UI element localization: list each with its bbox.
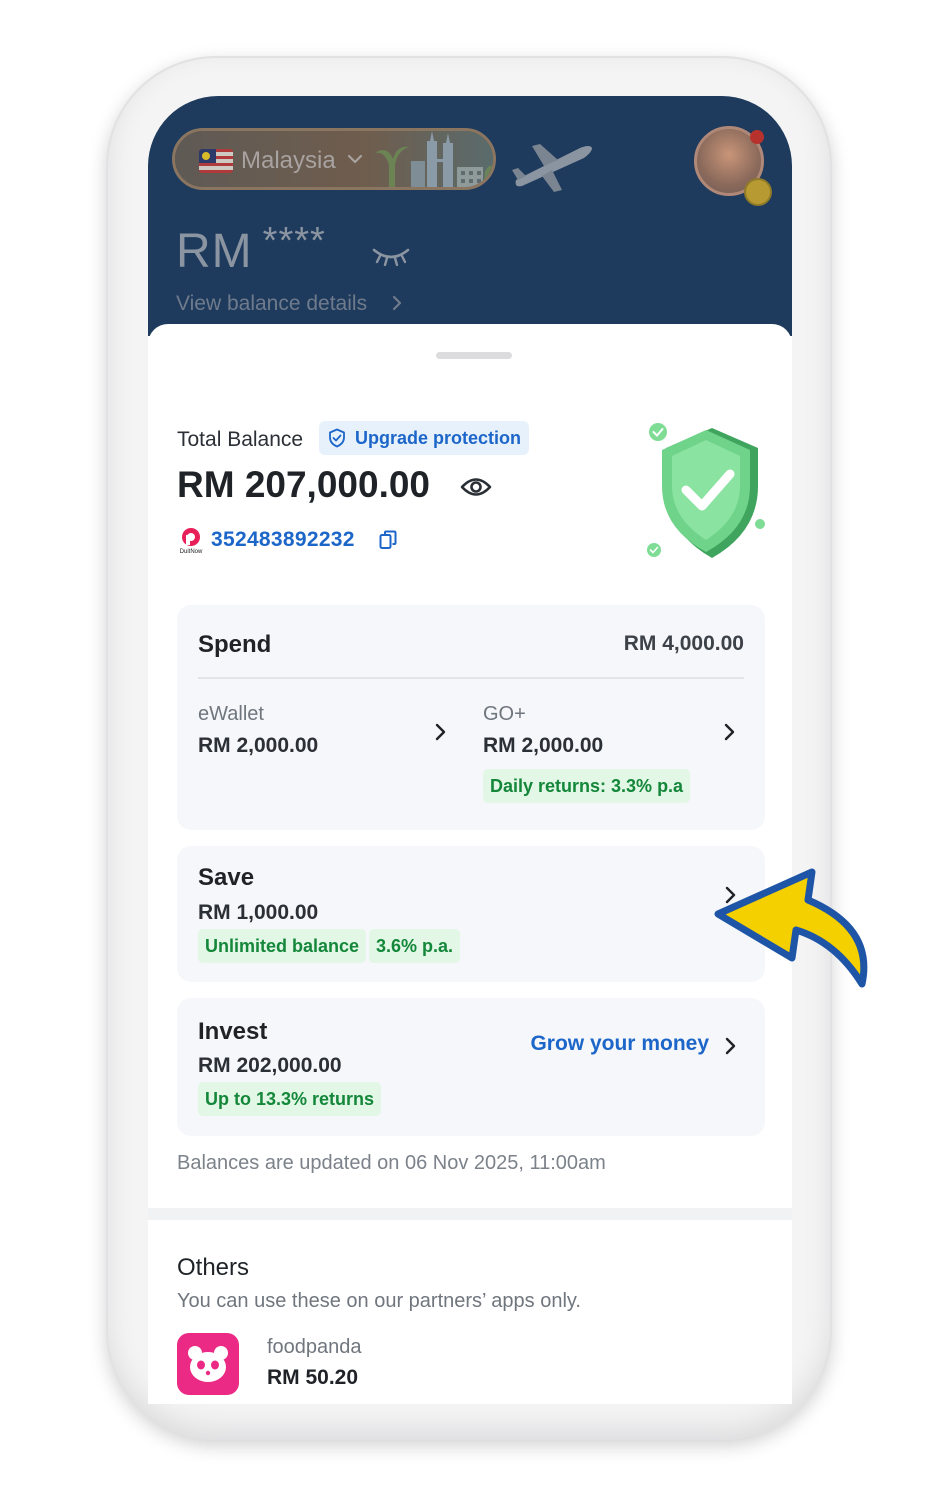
tier-badge-icon — [744, 178, 772, 206]
app-screen: Malaysia RM **** View balance details To… — [148, 96, 792, 1404]
annotation-arrow-icon — [714, 868, 868, 988]
divider — [198, 677, 744, 679]
country-label: Malaysia — [241, 147, 336, 174]
masked-balance: RM **** — [176, 220, 326, 278]
chevron-right-icon — [725, 1037, 736, 1055]
goplus-value: RM 2,000.00 — [483, 734, 604, 757]
kl-skyline-icon — [375, 131, 493, 187]
upgrade-protection-label: Upgrade protection — [355, 428, 522, 448]
chevron-right-icon — [724, 723, 735, 741]
profile-avatar[interactable] — [694, 126, 772, 206]
spend-title: Spend — [198, 631, 272, 658]
invest-card[interactable]: Invest RM 202,000.00 Up to 13.3% returns… — [177, 998, 765, 1136]
others-title: Others — [177, 1254, 250, 1281]
total-balance-label: Total Balance — [177, 428, 304, 451]
total-balance-value: RM 207,000.00 — [177, 464, 431, 505]
foodpanda-icon — [177, 1333, 239, 1395]
spend-amount: RM 4,000.00 — [623, 632, 744, 655]
airplane-icon — [512, 144, 592, 192]
eye-closed-icon[interactable] — [372, 244, 410, 266]
eye-icon[interactable] — [460, 476, 492, 498]
foodpanda-name: foodpanda — [267, 1336, 362, 1358]
balance-sheet: Total Balance Upgrade protection RM 207,… — [148, 324, 792, 1404]
ewallet-label: eWallet — [198, 703, 264, 725]
notification-dot — [750, 130, 764, 144]
returns-tag: Up to 13.3% returns — [198, 1082, 382, 1116]
interest-rate-tag: 3.6% p.a. — [369, 929, 461, 963]
protection-shield-illustration — [647, 423, 765, 558]
country-selector[interactable]: Malaysia — [172, 128, 496, 190]
foodpanda-item[interactable]: foodpanda RM 50.20 — [148, 1324, 792, 1404]
account-number: 352483892232 — [211, 528, 355, 551]
ewallet-value: RM 2,000.00 — [198, 734, 319, 757]
chevron-right-icon — [392, 295, 402, 311]
save-title: Save — [198, 864, 255, 891]
drag-handle[interactable] — [436, 352, 512, 359]
view-balance-details-link[interactable]: View balance details — [176, 292, 402, 316]
copy-icon[interactable] — [379, 530, 397, 550]
chevron-right-icon — [435, 723, 446, 741]
invest-value: RM 202,000.00 — [198, 1054, 342, 1077]
unlimited-balance-tag: Unlimited balance — [198, 929, 367, 963]
section-divider — [148, 1208, 792, 1220]
others-subtitle: You can use these on our partners’ apps … — [177, 1290, 581, 1312]
spend-card: Spend RM 4,000.00 eWallet RM 2,000.00 GO… — [177, 605, 765, 830]
ewallet-row[interactable]: eWallet RM 2,000.00 — [177, 695, 467, 765]
duitnow-label: DuitNow — [180, 549, 203, 555]
malaysia-flag-icon — [199, 149, 233, 173]
daily-returns-tag: Daily returns: 3.3% p.a — [483, 769, 691, 803]
invest-title: Invest — [198, 1018, 268, 1045]
duitnow-logo-icon: DuitNow — [180, 528, 203, 555]
grow-your-money-link[interactable]: Grow your money — [530, 1032, 709, 1056]
header-bar: Malaysia RM **** View balance details — [148, 96, 792, 336]
goplus-row[interactable]: GO+ RM 2,000.00 Daily returns: 3.3% p.a — [467, 695, 765, 815]
goplus-label: GO+ — [483, 703, 526, 725]
save-card[interactable]: Save RM 1,000.00 Unlimited balance 3.6% … — [177, 846, 765, 982]
shield-icon — [329, 428, 345, 448]
upgrade-protection-button[interactable]: Upgrade protection — [319, 421, 530, 455]
save-value: RM 1,000.00 — [198, 901, 319, 924]
balances-updated-note: Balances are updated on 06 Nov 2025, 11:… — [177, 1152, 606, 1174]
foodpanda-balance: RM 50.20 — [267, 1366, 359, 1389]
chevron-down-icon — [347, 154, 363, 164]
